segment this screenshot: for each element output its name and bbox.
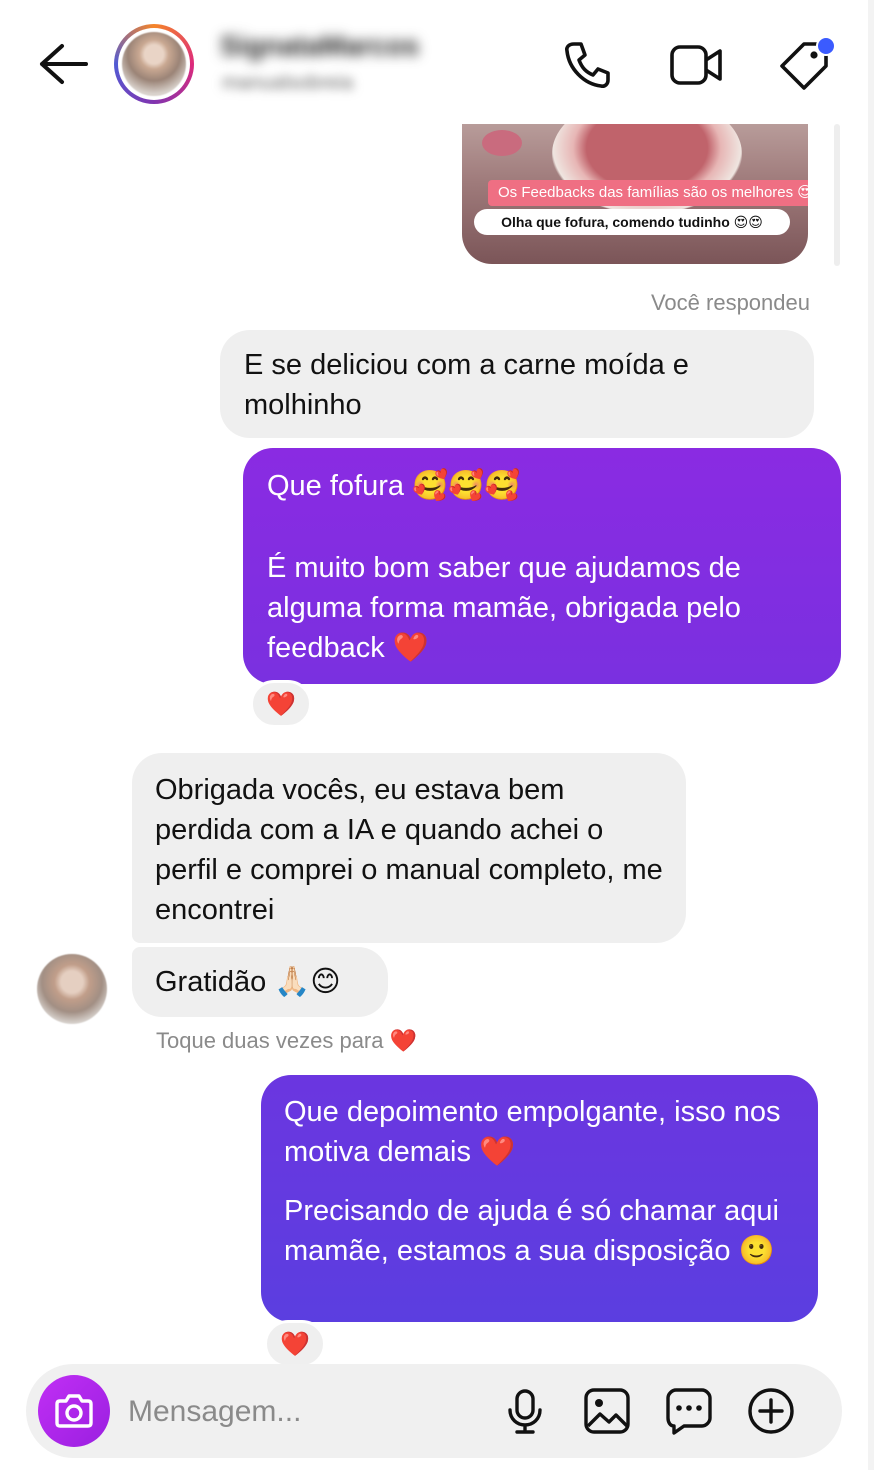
story-tag: Os Feedbacks das famílias são os melhore… [488,180,808,206]
message-line: Que fofura 🥰🥰🥰 [267,470,521,502]
contact-name[interactable]: SignataMarcos [220,30,419,62]
message-line: Precisando de ajuda é só chamar aqui mam… [284,1195,779,1267]
scrollbar[interactable] [834,124,840,266]
phone-icon[interactable] [560,38,614,92]
plus-icon[interactable] [746,1386,796,1436]
microphone-icon[interactable] [500,1386,550,1436]
contact-avatar[interactable] [114,24,194,104]
heart-reaction[interactable]: ❤️ [264,1320,326,1368]
sticker-icon[interactable] [664,1386,714,1436]
sender-avatar[interactable] [37,954,107,1024]
camera-button[interactable] [38,1375,110,1447]
message-text: Obrigada vocês, eu estava bem perdida co… [155,774,663,926]
camera-icon [55,1394,93,1428]
message-line: É muito bom saber que ajudamos de alguma… [267,552,741,664]
message-line: Que depoimento empolgante, isso nos moti… [284,1096,781,1168]
message-input[interactable] [126,1386,490,1438]
heart-icon: ❤️ [266,690,296,718]
notification-dot [816,36,836,56]
message-text: Gratidão 🙏🏻😊 [155,966,341,998]
incoming-message-bubble[interactable]: Obrigada vocês, eu estava bem perdida co… [132,753,686,943]
story-caption: Olha que fofura, comendo tudinho 😍😍 [474,209,790,235]
video-camera-icon[interactable] [668,38,722,92]
gallery-icon[interactable] [582,1386,632,1436]
outgoing-message-bubble[interactable]: Que fofura 🥰🥰🥰 É muito bom saber que aju… [243,448,841,684]
back-arrow-icon[interactable] [36,42,90,86]
message-composer [26,1364,842,1458]
chat-header: SignataMarcos manualsobreia [0,0,874,125]
replied-message-text: E se deliciou com a carne moída e molhin… [244,349,689,421]
replied-message-bubble[interactable]: E se deliciou com a carne moída e molhin… [220,330,814,438]
heart-reaction[interactable]: ❤️ [250,680,312,728]
you-replied-label: Você respondeu [650,290,810,315]
outgoing-message-bubble[interactable]: Que depoimento empolgante, isso nos moti… [261,1075,818,1322]
heart-icon: ❤️ [280,1330,310,1358]
shared-story-card[interactable]: Os Feedbacks das famílias são os melhore… [462,124,808,264]
contact-username: manualsobreia [222,72,354,94]
double-tap-hint: Toque duas vezes para ❤️ [156,1028,417,1053]
window-edge [868,0,874,1470]
incoming-message-bubble[interactable]: Gratidão 🙏🏻😊 [132,947,388,1017]
